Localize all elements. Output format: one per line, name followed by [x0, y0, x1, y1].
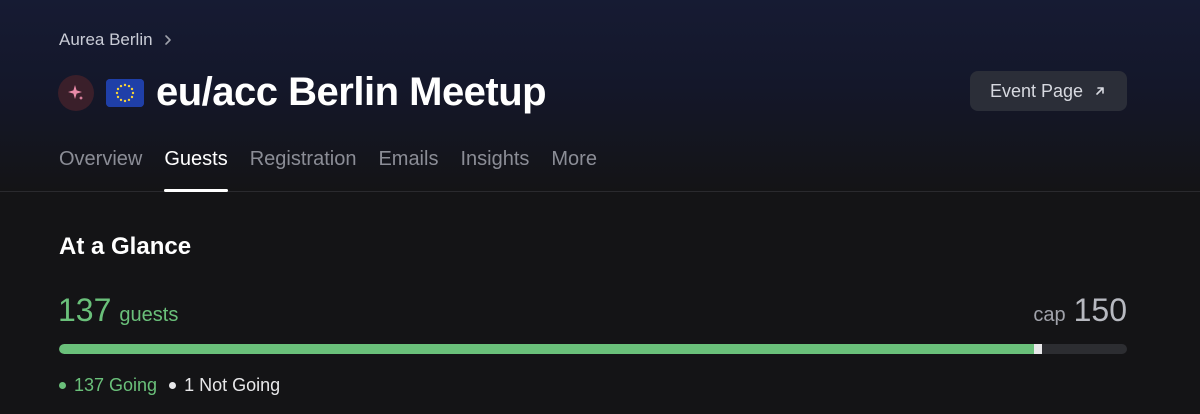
not-going-progress-fill [1034, 344, 1042, 354]
guest-progress-bar [59, 344, 1127, 354]
not-going-dot-icon [169, 382, 177, 389]
chevron-right-icon [164, 35, 171, 45]
avatar [58, 74, 94, 111]
tab-registration[interactable]: Registration [250, 148, 357, 192]
tab-guests[interactable]: Guests [164, 148, 229, 192]
capacity-label: cap [1033, 304, 1066, 326]
legend-not-going-label: 1 Not Going [184, 375, 281, 395]
capacity: cap 150 [1033, 292, 1127, 329]
sparkle-icon [68, 84, 83, 100]
arrow-up-right-icon [1096, 87, 1104, 95]
at-a-glance-title: At a Glance [59, 233, 192, 260]
legend-not-going: 1 Not Going [169, 375, 280, 396]
breadcrumb-calendar-link[interactable]: Aurea Berlin [59, 30, 153, 50]
event-title: eu/acc Berlin Meetup [156, 70, 547, 114]
tab-overview[interactable]: Overview [59, 148, 142, 192]
event-page-label: Event Page [989, 80, 1084, 101]
going-progress-fill [59, 344, 1035, 354]
title-row: eu/acc Berlin Meetup [58, 70, 547, 115]
event-page-button[interactable]: Event Page [970, 71, 1127, 111]
tab-more[interactable]: More [551, 148, 597, 192]
legend-going: 137 Going [59, 375, 157, 396]
guest-legend: 137 Going 1 Not Going [59, 375, 280, 396]
legend-going-label: 137 Going [74, 375, 158, 395]
guest-count-number: 137 [58, 292, 112, 328]
tab-emails[interactable]: Emails [378, 148, 438, 192]
breadcrumb[interactable]: Aurea Berlin [59, 30, 175, 50]
event-manage-page: Aurea Berlin eu/acc Berlin Meetup Event … [0, 0, 1200, 414]
going-dot-icon [59, 382, 66, 389]
guest-count: 137 guests [58, 292, 178, 329]
guest-count-label: guests [119, 304, 179, 326]
eu-flag-icon [106, 78, 144, 107]
event-tabs: Overview Guests Registration Emails Insi… [59, 148, 619, 192]
event-header: Aurea Berlin eu/acc Berlin Meetup Event … [0, 0, 1200, 192]
tab-insights[interactable]: Insights [460, 148, 529, 192]
capacity-value: 150 [1073, 292, 1127, 328]
